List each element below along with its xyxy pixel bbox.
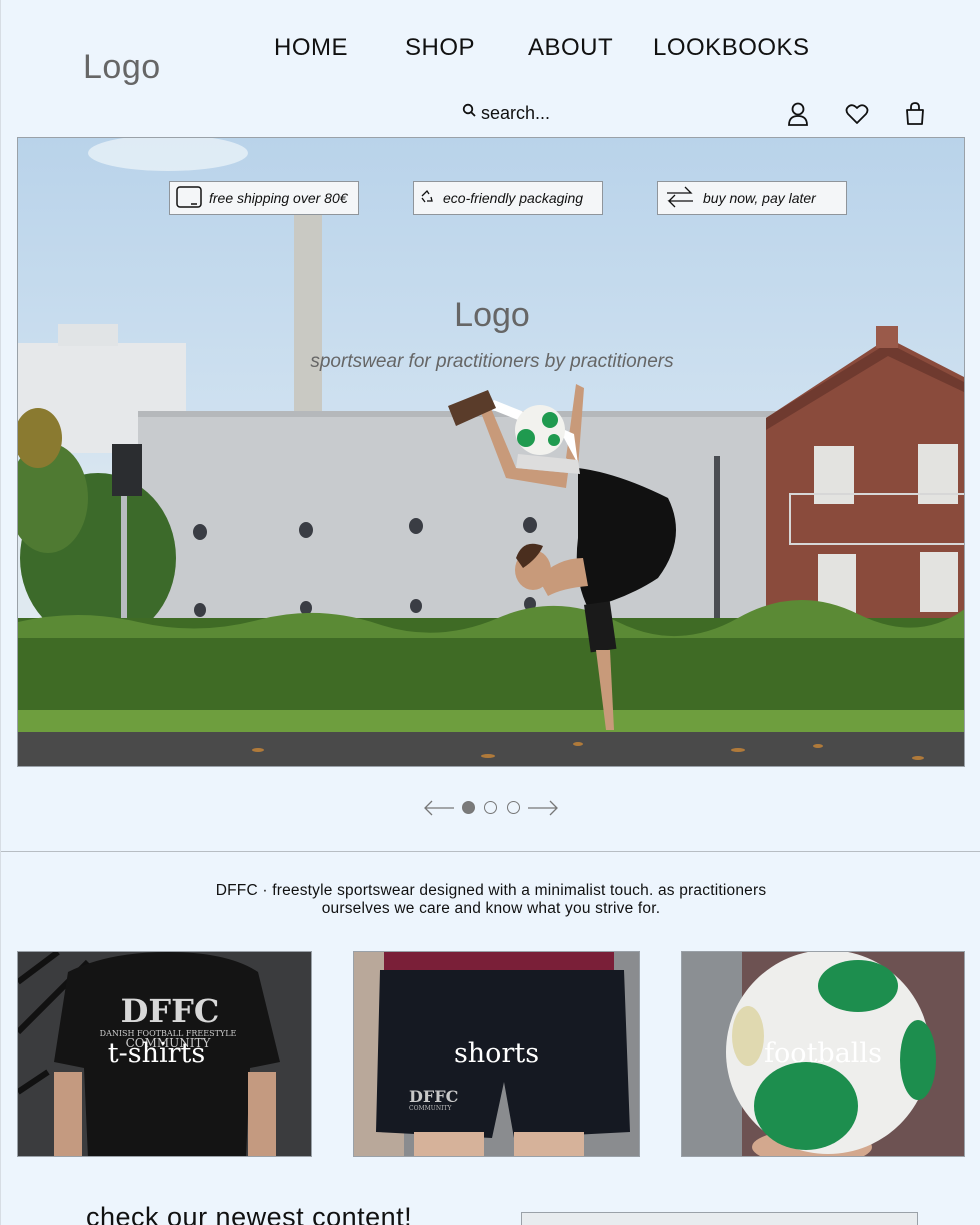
payment-badge: buy now, pay later — [657, 181, 847, 215]
badge-label: buy now, pay later — [703, 190, 816, 206]
category-label: shorts — [453, 1038, 540, 1069]
badge-label: eco-friendly packaging — [443, 190, 584, 206]
heart-icon[interactable] — [844, 101, 870, 127]
main-nav: HOME SHOP ABOUT LOOKBOOKS — [1, 34, 980, 66]
recycle-icon — [419, 188, 437, 209]
badge-label: free shipping over 80€ — [209, 190, 348, 206]
search-bar[interactable] — [462, 101, 631, 125]
arrow-right-icon[interactable] — [527, 800, 559, 821]
category-label: footballs — [764, 1038, 882, 1069]
category-shorts[interactable]: DFFC COMMUNITY shorts — [353, 951, 640, 1157]
carousel-dot-3[interactable] — [507, 801, 520, 814]
category-tshirts[interactable]: DFFC DANISH FOOTBALL FREESTYLE COMMUNITY… — [17, 951, 312, 1157]
search-input[interactable] — [481, 102, 631, 124]
shorts-print-sub: COMMUNITY — [409, 1105, 452, 1112]
bag-icon[interactable] — [902, 101, 928, 127]
nav-home[interactable]: HOME — [274, 34, 348, 62]
carousel-dot-2[interactable] — [484, 801, 497, 814]
carousel-dot-1[interactable] — [462, 801, 475, 814]
box-icon — [175, 184, 203, 213]
hero-carousel-controls — [423, 797, 559, 819]
nav-lookbooks[interactable]: LOOKBOOKS — [653, 34, 810, 62]
hero-tagline: sportswear for practitioners by practiti… — [310, 351, 674, 372]
nav-about[interactable]: ABOUT — [528, 34, 613, 62]
hero-photo — [18, 138, 964, 766]
packaging-badge: eco-friendly packaging — [413, 181, 603, 215]
category-footballs[interactable]: footballs — [681, 951, 965, 1157]
swap-arrows-icon — [663, 183, 697, 214]
nav-shop[interactable]: SHOP — [405, 34, 475, 62]
hero-banner: free shipping over 80€ eco-friendly pack… — [17, 137, 965, 767]
search-icon[interactable] — [462, 103, 477, 123]
newest-content-heading: check our newest content! — [86, 1202, 413, 1225]
user-icon[interactable] — [785, 101, 811, 127]
hero-logo: Logo — [454, 296, 530, 334]
intro-text: DFFC · freestyle sportswear designed wit… — [215, 882, 767, 917]
shipping-badge: free shipping over 80€ — [169, 181, 359, 215]
category-label: t-shirts — [107, 1038, 206, 1069]
newest-content-card[interactable] — [521, 1212, 918, 1225]
shorts-print-logo: DFFC — [409, 1087, 458, 1106]
tshirt-print-logo: DFFC — [121, 992, 220, 1030]
section-divider — [1, 851, 980, 852]
arrow-left-icon[interactable] — [423, 800, 455, 821]
